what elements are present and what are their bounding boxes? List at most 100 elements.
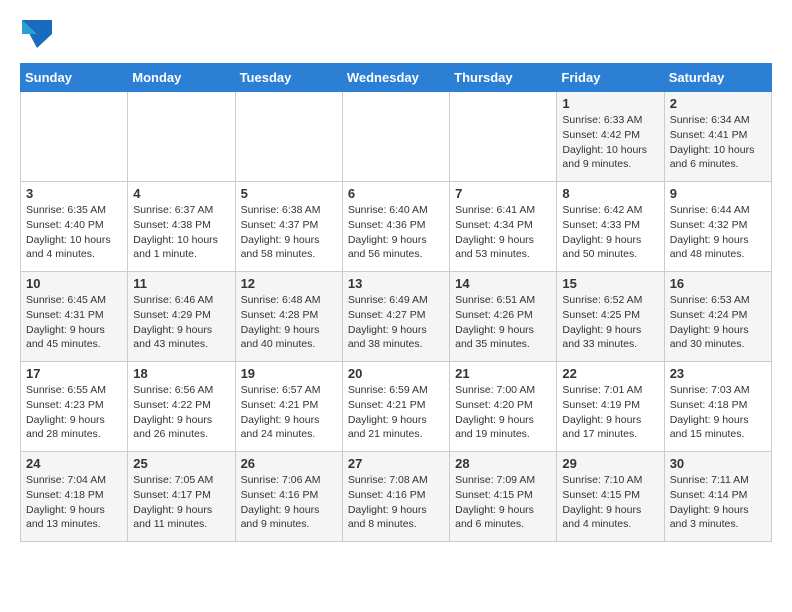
calendar-cell: 19Sunrise: 6:57 AM Sunset: 4:21 PM Dayli… [235,362,342,452]
calendar-cell: 12 Sunrise: 6:48 AM Sunset: 4:28 PM Dayli… [235,272,342,362]
calendar-cell: 8 Sunrise: 6:42 AM Sunset: 4:33 PM Daylig… [557,182,664,272]
day-number: 20 [348,366,444,381]
day-info: Sunrise: 6:41 AM Sunset: 4:34 PM Dayligh… [455,203,551,262]
calendar-cell: 11 Sunrise: 6:46 AM Sunset: 4:29 PM Dayli… [128,272,235,362]
calendar-header: SundayMondayTuesdayWednesdayThursdayFrid… [21,64,772,92]
calendar-week-row: 17 Sunrise: 6:55 AM Sunset: 4:23 PM Dayli… [21,362,772,452]
calendar-week-row: 3Sunrise: 6:35 AM Sunset: 4:40 PM Daylig… [21,182,772,272]
calendar-cell: 20 Sunrise: 6:59 AM Sunset: 4:21 PM Dayli… [342,362,449,452]
calendar-cell: 15 Sunrise: 6:52 AM Sunset: 4:25 PM Dayli… [557,272,664,362]
day-number: 30 [670,456,766,471]
day-info: Sunrise: 7:11 AM Sunset: 4:14 PM Dayligh… [670,473,766,532]
calendar-cell: 13 Sunrise: 6:49 AM Sunset: 4:27 PM Dayli… [342,272,449,362]
day-info: Sunrise: 7:04 AM Sunset: 4:18 PM Dayligh… [26,473,122,532]
day-info: Sunrise: 6:34 AM Sunset: 4:41 PM Dayligh… [670,113,766,172]
day-number: 24 [26,456,122,471]
weekday-header: Thursday [450,64,557,92]
weekday-header: Saturday [664,64,771,92]
calendar-cell: 1 Sunrise: 6:33 AM Sunset: 4:42 PM Daylig… [557,92,664,182]
day-info: Sunrise: 6:37 AM Sunset: 4:38 PM Dayligh… [133,203,229,262]
calendar-cell: 18 Sunrise: 6:56 AM Sunset: 4:22 PM Dayli… [128,362,235,452]
logo-icon [22,20,52,48]
day-number: 8 [562,186,658,201]
calendar-cell: 4 Sunrise: 6:37 AM Sunset: 4:38 PM Daylig… [128,182,235,272]
weekday-header: Friday [557,64,664,92]
calendar-cell: 23 Sunrise: 7:03 AM Sunset: 4:18 PM Dayli… [664,362,771,452]
day-number: 1 [562,96,658,111]
day-info: Sunrise: 6:52 AM Sunset: 4:25 PM Dayligh… [562,293,658,352]
header-row: SundayMondayTuesdayWednesdayThursdayFrid… [21,64,772,92]
day-info: Sunrise: 6:49 AM Sunset: 4:27 PM Dayligh… [348,293,444,352]
day-number: 18 [133,366,229,381]
weekday-header: Sunday [21,64,128,92]
calendar-table: SundayMondayTuesdayWednesdayThursdayFrid… [20,63,772,542]
page-header [20,20,772,53]
day-number: 11 [133,276,229,291]
calendar-week-row: 10 Sunrise: 6:45 AM Sunset: 4:31 PM Dayli… [21,272,772,362]
day-info: Sunrise: 7:06 AM Sunset: 4:16 PM Dayligh… [241,473,337,532]
day-info: Sunrise: 6:40 AM Sunset: 4:36 PM Dayligh… [348,203,444,262]
calendar-cell [21,92,128,182]
calendar-cell: 29 Sunrise: 7:10 AM Sunset: 4:15 PM Dayli… [557,452,664,542]
day-info: Sunrise: 7:03 AM Sunset: 4:18 PM Dayligh… [670,383,766,442]
calendar-cell: 26Sunrise: 7:06 AM Sunset: 4:16 PM Dayli… [235,452,342,542]
day-info: Sunrise: 7:09 AM Sunset: 4:15 PM Dayligh… [455,473,551,532]
calendar-week-row: 1 Sunrise: 6:33 AM Sunset: 4:42 PM Daylig… [21,92,772,182]
calendar-cell [128,92,235,182]
day-number: 9 [670,186,766,201]
day-number: 4 [133,186,229,201]
day-info: Sunrise: 6:38 AM Sunset: 4:37 PM Dayligh… [241,203,337,262]
day-info: Sunrise: 6:33 AM Sunset: 4:42 PM Dayligh… [562,113,658,172]
day-number: 12 [241,276,337,291]
weekday-header: Wednesday [342,64,449,92]
calendar-cell: 6Sunrise: 6:40 AM Sunset: 4:36 PM Daylig… [342,182,449,272]
day-number: 25 [133,456,229,471]
calendar-cell: 24 Sunrise: 7:04 AM Sunset: 4:18 PM Dayli… [21,452,128,542]
day-number: 15 [562,276,658,291]
day-number: 21 [455,366,551,381]
calendar-cell: 3Sunrise: 6:35 AM Sunset: 4:40 PM Daylig… [21,182,128,272]
calendar-cell [235,92,342,182]
day-number: 16 [670,276,766,291]
day-number: 3 [26,186,122,201]
calendar-week-row: 24 Sunrise: 7:04 AM Sunset: 4:18 PM Dayli… [21,452,772,542]
calendar-cell [342,92,449,182]
day-info: Sunrise: 7:10 AM Sunset: 4:15 PM Dayligh… [562,473,658,532]
calendar-cell: 30 Sunrise: 7:11 AM Sunset: 4:14 PM Dayli… [664,452,771,542]
day-number: 28 [455,456,551,471]
day-number: 22 [562,366,658,381]
day-number: 17 [26,366,122,381]
day-info: Sunrise: 6:59 AM Sunset: 4:21 PM Dayligh… [348,383,444,442]
day-info: Sunrise: 7:05 AM Sunset: 4:17 PM Dayligh… [133,473,229,532]
calendar-cell: 2Sunrise: 6:34 AM Sunset: 4:41 PM Daylig… [664,92,771,182]
day-info: Sunrise: 6:45 AM Sunset: 4:31 PM Dayligh… [26,293,122,352]
day-number: 5 [241,186,337,201]
day-number: 13 [348,276,444,291]
calendar-cell: 17 Sunrise: 6:55 AM Sunset: 4:23 PM Dayli… [21,362,128,452]
day-number: 14 [455,276,551,291]
day-info: Sunrise: 7:01 AM Sunset: 4:19 PM Dayligh… [562,383,658,442]
day-number: 23 [670,366,766,381]
calendar-cell: 5 Sunrise: 6:38 AM Sunset: 4:37 PM Daylig… [235,182,342,272]
day-number: 29 [562,456,658,471]
weekday-header: Monday [128,64,235,92]
day-info: Sunrise: 6:42 AM Sunset: 4:33 PM Dayligh… [562,203,658,262]
day-info: Sunrise: 6:55 AM Sunset: 4:23 PM Dayligh… [26,383,122,442]
calendar-cell: 28 Sunrise: 7:09 AM Sunset: 4:15 PM Dayli… [450,452,557,542]
calendar-cell [450,92,557,182]
day-number: 27 [348,456,444,471]
day-number: 19 [241,366,337,381]
calendar-cell: 7Sunrise: 6:41 AM Sunset: 4:34 PM Daylig… [450,182,557,272]
day-number: 10 [26,276,122,291]
calendar-cell: 16 Sunrise: 6:53 AM Sunset: 4:24 PM Dayli… [664,272,771,362]
day-info: Sunrise: 7:08 AM Sunset: 4:16 PM Dayligh… [348,473,444,532]
day-info: Sunrise: 6:46 AM Sunset: 4:29 PM Dayligh… [133,293,229,352]
calendar-body: 1 Sunrise: 6:33 AM Sunset: 4:42 PM Daylig… [21,92,772,542]
day-info: Sunrise: 6:48 AM Sunset: 4:28 PM Dayligh… [241,293,337,352]
calendar-cell: 25 Sunrise: 7:05 AM Sunset: 4:17 PM Dayli… [128,452,235,542]
day-info: Sunrise: 6:51 AM Sunset: 4:26 PM Dayligh… [455,293,551,352]
day-info: Sunrise: 6:56 AM Sunset: 4:22 PM Dayligh… [133,383,229,442]
day-info: Sunrise: 7:00 AM Sunset: 4:20 PM Dayligh… [455,383,551,442]
calendar-cell: 21 Sunrise: 7:00 AM Sunset: 4:20 PM Dayli… [450,362,557,452]
day-info: Sunrise: 6:53 AM Sunset: 4:24 PM Dayligh… [670,293,766,352]
